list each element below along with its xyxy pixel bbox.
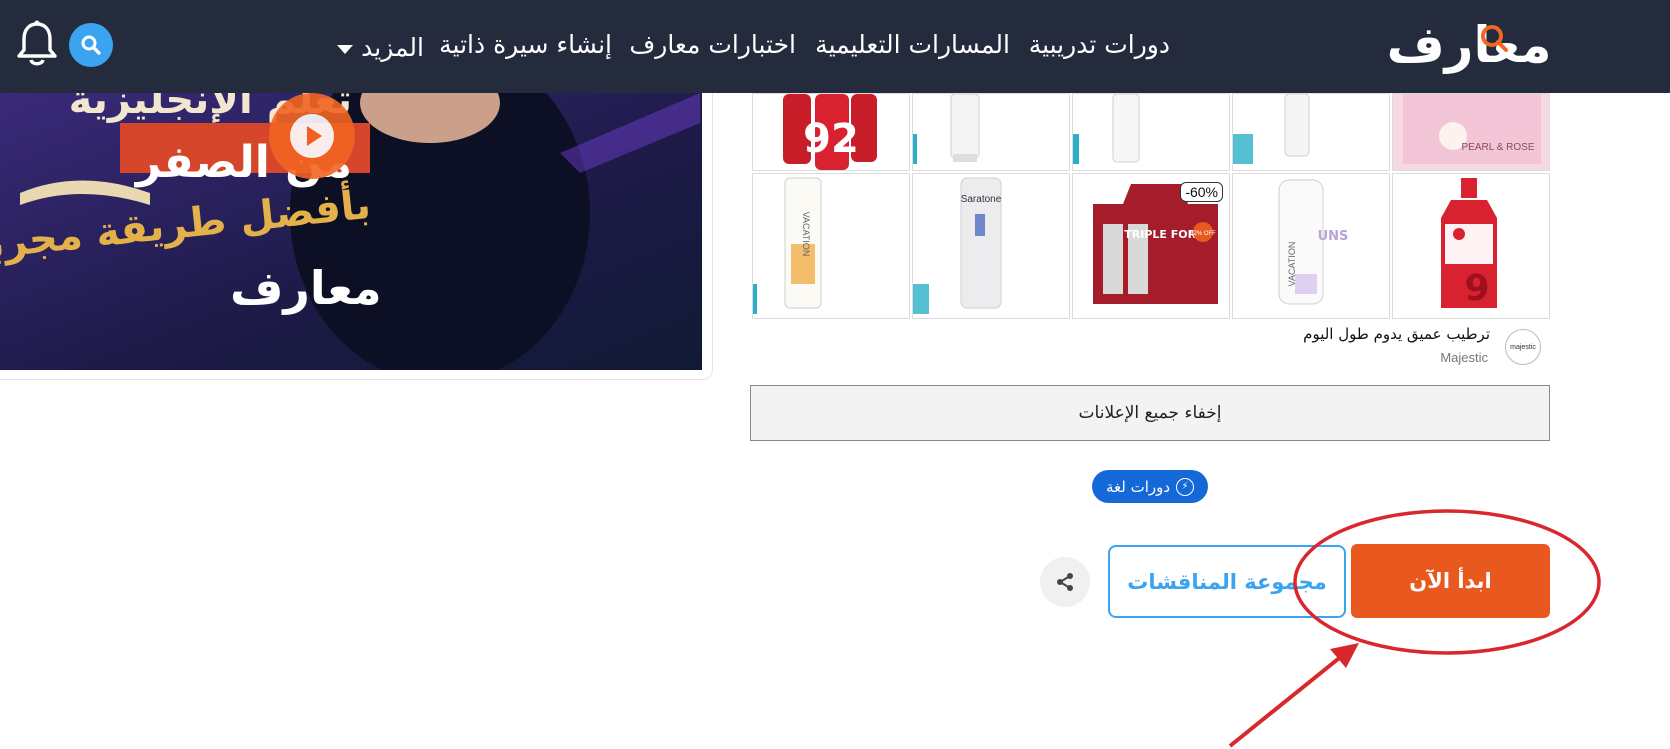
ad-product-tile[interactable] [912,93,1070,171]
ad-product-tile[interactable]: VACATION [752,173,910,319]
ad-product-tile[interactable]: TRIPLE FORCE 52% OFF -60% [1072,173,1230,319]
course-video-thumbnail[interactable]: تعلم الإنجليزية من الصفر بأفضل طريقة مجر… [0,93,702,370]
ad-sponsor-logo: majestic [1505,329,1541,365]
ad-product-tile[interactable]: UNS VACATION [1232,173,1390,319]
pointer-arrow [1228,653,1345,748]
video-logo: معارف [230,261,382,315]
svg-text:PEARL & ROSE: PEARL & ROSE [1462,142,1535,153]
top-navbar: معارف دورات تدريبية المسارات التعليمية ا… [0,0,1670,93]
nav-create-cv[interactable]: إنشاء سيرة ذاتية [439,30,612,64]
play-icon [290,114,334,158]
discussion-group-button[interactable]: مجموعة المناقشات [1108,545,1346,618]
ad-product-grid[interactable]: 92 PEARL & ROSE VACATION Saratone TRIPLE… [752,93,1550,319]
nav-tests[interactable]: اختبارات معارف [629,30,796,64]
logo-graphic: معارف [1387,16,1552,74]
ad-caption[interactable]: ترطيب عميق يدوم طول اليوم [1296,325,1490,343]
logo-text: معارف [1387,16,1552,74]
caret-down-icon [337,44,354,54]
ad-product-tile[interactable]: 9 [1392,173,1550,319]
svg-text:92: 92 [803,116,859,162]
notifications-button[interactable] [16,20,58,68]
category-badge-label: دورات لغة [1105,477,1171,496]
site-logo[interactable]: معارف [1384,12,1554,80]
discount-badge: -60% [1180,182,1223,202]
play-button[interactable] [269,93,355,179]
ad-product-tile[interactable] [1072,93,1230,171]
svg-text:9: 9 [1464,268,1489,309]
ad-product-tile[interactable]: 92 [752,93,910,171]
arrow-head-icon [1330,643,1359,668]
svg-text:VACATION: VACATION [801,212,811,257]
nav-courses[interactable]: دورات تدريبية [1029,30,1170,64]
nav-learning-paths[interactable]: المسارات التعليمية [815,30,1010,64]
nav-more-dropdown[interactable]: المزيد [334,30,424,64]
hide-all-ads-button[interactable]: إخفاء جميع الإعلانات [750,385,1550,441]
svg-text:52% OFF: 52% OFF [1190,231,1216,237]
ad-sponsor[interactable]: Majestic [1400,350,1488,365]
search-icon [81,35,101,55]
share-icon [1057,573,1073,591]
nav-more-label: المزيد [361,32,424,62]
bell-icon [17,20,57,66]
ad-product-tile[interactable]: Saratone [912,173,1070,319]
share-button[interactable] [1040,557,1090,607]
svg-text:UNS: UNS [1318,229,1349,244]
search-button[interactable] [69,23,113,67]
ad-product-tile[interactable] [1232,93,1390,171]
start-now-button[interactable]: ابدأ الآن [1351,544,1550,618]
ad-product-tile[interactable]: PEARL & ROSE [1392,93,1550,171]
svg-text:Saratone: Saratone [961,194,1002,205]
bolt-icon: ⚡ [1176,477,1195,496]
category-badge[interactable]: ⚡ دورات لغة [1092,470,1208,503]
